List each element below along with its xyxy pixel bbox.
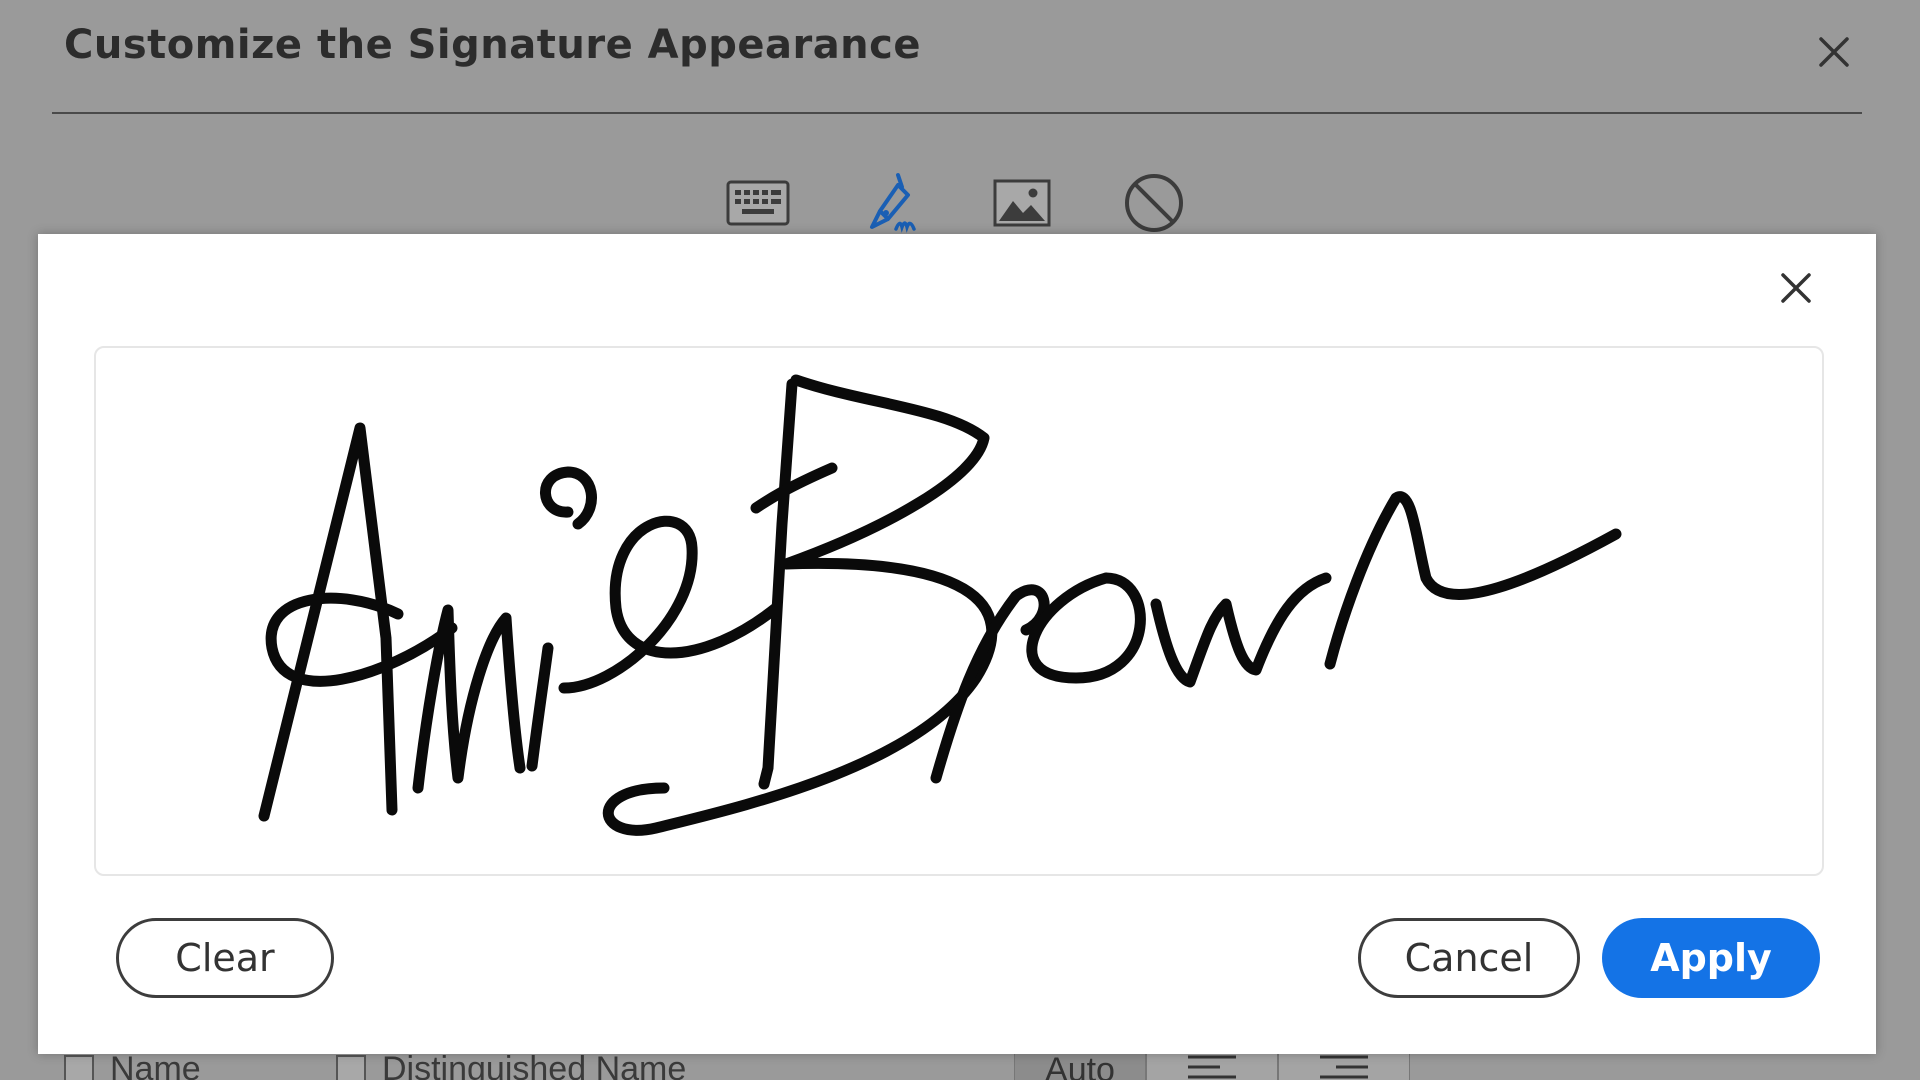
signature-drawing-canvas[interactable] <box>94 346 1824 876</box>
type-signature-tool[interactable] <box>726 171 790 235</box>
close-icon <box>1819 37 1849 67</box>
align-left-icon <box>1188 1055 1236 1079</box>
cancel-button[interactable]: Cancel <box>1358 918 1580 998</box>
pen-draw-icon <box>870 173 916 233</box>
image-signature-tool[interactable] <box>990 171 1054 235</box>
no-symbol-icon <box>1125 174 1183 232</box>
checkbox-box[interactable] <box>64 1054 94 1080</box>
show-name-checkbox[interactable]: Name <box>64 1050 201 1080</box>
draw-signature-tool[interactable] <box>858 171 922 235</box>
align-auto-label: Auto <box>1045 1051 1115 1080</box>
close-icon <box>1781 273 1811 303</box>
align-right-icon <box>1320 1055 1368 1079</box>
handwritten-signature <box>258 374 1622 836</box>
keyboard-icon <box>726 180 790 226</box>
checkbox-box[interactable] <box>336 1054 366 1080</box>
panel-close-button[interactable] <box>1772 264 1820 312</box>
checkbox-label: Distinguished Name <box>382 1050 687 1080</box>
dialog-close-button[interactable] <box>1812 30 1856 74</box>
signature-type-toolbar <box>726 168 1186 238</box>
no-signature-tool[interactable] <box>1122 171 1186 235</box>
show-distinguished-name-checkbox[interactable]: Distinguished Name <box>336 1050 686 1080</box>
draw-signature-panel: Clear Cancel Apply <box>38 234 1876 1054</box>
title-divider <box>52 112 1862 114</box>
checkbox-label: Name <box>110 1050 201 1080</box>
apply-button[interactable]: Apply <box>1602 918 1820 998</box>
dialog-title: Customize the Signature Appearance <box>64 22 921 68</box>
clear-button[interactable]: Clear <box>116 918 334 998</box>
image-icon <box>993 179 1051 227</box>
